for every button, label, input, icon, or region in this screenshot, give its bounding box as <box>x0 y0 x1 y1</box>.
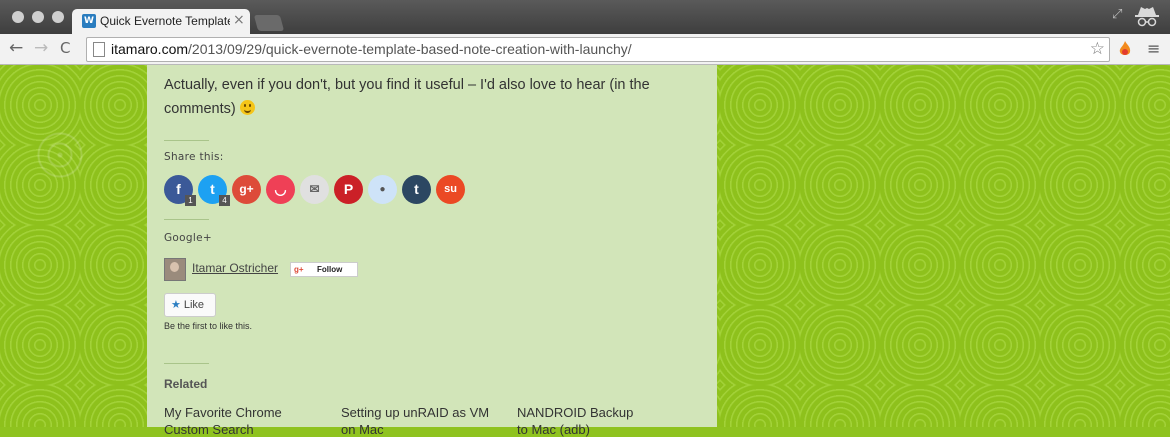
tab-title: Quick Evernote Template- <box>100 14 230 28</box>
zoom-window-button[interactable] <box>52 11 64 23</box>
forward-button[interactable]: → <box>34 38 48 58</box>
share-label: Share this: <box>164 151 224 163</box>
chrome-menu-icon[interactable]: ≡ <box>1147 39 1160 58</box>
new-tab-button[interactable] <box>253 15 285 31</box>
related-post-link[interactable]: NANDROID Backup to Mac (adb) <box>517 405 633 437</box>
related-post-link[interactable]: My Favorite Chrome Custom Search <box>164 405 282 437</box>
divider <box>164 363 209 364</box>
wordpress-favicon-icon: W <box>82 14 96 28</box>
pocket-share-button[interactable]: ◡ <box>266 175 295 204</box>
googleplus-profile-link[interactable]: Itamar Ostricher <box>192 261 278 275</box>
reddit-share-button[interactable]: ● <box>368 175 397 204</box>
like-status-text: Be the first to like this. <box>164 321 253 331</box>
pinterest-share-button[interactable]: P <box>334 175 363 204</box>
twitter-share-button[interactable]: t4 <box>198 175 230 206</box>
page-icon <box>93 42 105 57</box>
related-post-link[interactable]: Setting up unRAID as VM on Mac <box>341 405 489 437</box>
bookmark-star-icon[interactable]: ☆ <box>1090 39 1105 59</box>
close-window-button[interactable] <box>12 11 24 23</box>
facebook-count: 1 <box>185 195 196 206</box>
googleplus-follow-button[interactable]: g+ Follow <box>290 262 358 277</box>
url-text[interactable]: itamaro.com/2013/09/29/quick-evernote-te… <box>111 41 632 57</box>
divider <box>164 219 209 220</box>
browser-tab-active[interactable]: W Quick Evernote Template- × <box>72 9 250 34</box>
minimize-window-button[interactable] <box>32 11 44 23</box>
fullscreen-icon[interactable]: ⤢ <box>1112 7 1122 22</box>
email-share-button[interactable]: ✉ <box>300 175 329 204</box>
tumblr-share-button[interactable]: t <box>402 175 431 204</box>
googleplus-label: Google+ <box>164 232 212 244</box>
tab-close-icon[interactable]: × <box>233 12 245 28</box>
google-plus-share-button[interactable]: g+ <box>232 175 261 204</box>
address-bar[interactable]: itamaro.com/2013/09/29/quick-evernote-te… <box>86 37 1110 62</box>
avatar[interactable] <box>164 258 186 281</box>
window-titlebar: W Quick Evernote Template- × ⤢ <box>0 0 1170 34</box>
divider <box>164 140 209 141</box>
extension-flame-icon[interactable] <box>1117 40 1133 58</box>
stumbleupon-share-button[interactable]: su <box>436 175 465 204</box>
reload-button[interactable]: C <box>60 39 70 57</box>
post-content: Actually, even if you don't, but you fin… <box>147 65 717 437</box>
browser-toolbar: ← → C itamaro.com/2013/09/29/quick-evern… <box>0 34 1170 65</box>
like-button[interactable]: ★ Like <box>164 293 216 317</box>
related-heading: Related <box>164 377 208 391</box>
post-intro-text: Actually, even if you don't, but you fin… <box>164 77 650 117</box>
twitter-count: 4 <box>219 195 230 206</box>
back-button[interactable]: ← <box>9 38 23 58</box>
smiley-icon <box>239 100 255 115</box>
incognito-icon <box>1135 7 1159 27</box>
facebook-share-button[interactable]: f1 <box>164 175 196 206</box>
like-star-icon: ★ <box>171 299 181 311</box>
